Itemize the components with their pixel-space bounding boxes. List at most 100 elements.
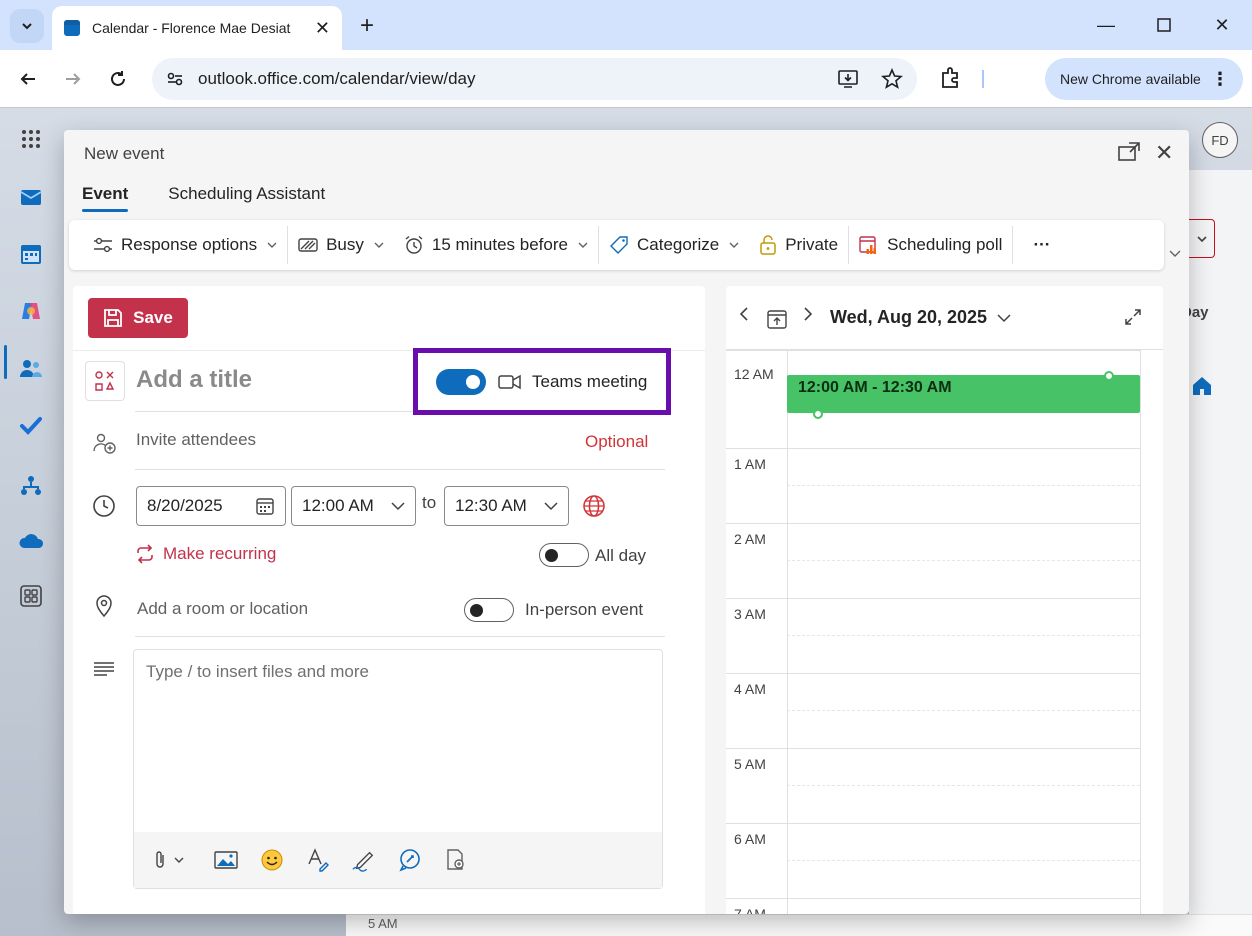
attach-file-button[interactable] bbox=[152, 848, 192, 872]
browser-tab-calendar[interactable]: Calendar - Florence Mae Desiat ✕ bbox=[52, 6, 342, 50]
reminder-button[interactable]: 15 minutes before bbox=[394, 220, 598, 270]
chrome-update-button[interactable]: New Chrome available ⋮ bbox=[1045, 58, 1243, 100]
copilot-compose-button[interactable] bbox=[398, 848, 422, 872]
hour-row: 3 AM bbox=[726, 598, 1140, 673]
chevron-down-icon bbox=[1196, 235, 1207, 242]
maximize-button[interactable] bbox=[1144, 10, 1184, 40]
reload-button[interactable] bbox=[102, 63, 134, 95]
minimize-button[interactable]: — bbox=[1086, 10, 1126, 40]
location-input[interactable]: Add a room or location bbox=[137, 599, 308, 619]
hour-row: 1 AM bbox=[726, 448, 1140, 523]
avatar[interactable]: FD bbox=[1202, 122, 1238, 158]
start-date-picker[interactable]: 8/20/2025 bbox=[136, 486, 286, 526]
categorize-label: Categorize bbox=[636, 235, 720, 254]
install-app-icon[interactable] bbox=[837, 68, 859, 90]
insert-emoji-button[interactable] bbox=[260, 848, 284, 872]
text-lines-icon bbox=[90, 655, 118, 683]
app-launcher-icon[interactable] bbox=[18, 126, 44, 152]
more-apps-icon[interactable] bbox=[18, 583, 44, 609]
compose-loop-icon bbox=[399, 849, 420, 872]
insert-picture-button[interactable] bbox=[214, 848, 238, 872]
more-options-button[interactable]: ··· bbox=[1013, 220, 1060, 270]
people-icon[interactable] bbox=[18, 356, 44, 382]
format-text-button[interactable] bbox=[306, 848, 330, 872]
new-tab-button[interactable]: + bbox=[352, 11, 382, 41]
org-explorer-icon[interactable] bbox=[18, 473, 44, 499]
rail-active-indicator bbox=[4, 345, 7, 379]
start-time-dropdown[interactable]: 12:00 AM bbox=[291, 486, 416, 526]
signature-button[interactable] bbox=[352, 848, 376, 872]
time-zone-globe-icon[interactable] bbox=[582, 494, 606, 518]
forward-button[interactable] bbox=[57, 63, 89, 95]
all-day-toggle[interactable] bbox=[539, 543, 589, 567]
chevron-down-icon bbox=[22, 23, 32, 30]
make-recurring-label: Make recurring bbox=[163, 544, 277, 563]
tag-icon bbox=[609, 236, 628, 254]
dialog-tabs: Event Scheduling Assistant bbox=[82, 184, 325, 212]
end-time-dropdown[interactable]: 12:30 AM bbox=[444, 486, 569, 526]
hour-label: 1 AM bbox=[734, 456, 766, 472]
url-text: outlook.office.com/calendar/view/day bbox=[198, 69, 476, 88]
apps-addin-button[interactable] bbox=[444, 848, 468, 872]
teams-meeting-toggle[interactable] bbox=[436, 368, 486, 395]
emoji-shapes-icon bbox=[95, 371, 115, 391]
resize-handle-top[interactable] bbox=[1104, 371, 1114, 381]
todo-check-icon[interactable] bbox=[18, 413, 44, 439]
show-as-busy-button[interactable]: Busy bbox=[288, 220, 394, 270]
tab-scheduling-assistant[interactable]: Scheduling Assistant bbox=[168, 184, 325, 204]
previous-day-button[interactable] bbox=[738, 306, 750, 327]
chevron-down-icon bbox=[374, 242, 384, 248]
hour-label: 6 AM bbox=[734, 831, 766, 847]
extensions-icon[interactable] bbox=[938, 65, 964, 91]
start-time-value: 12:00 AM bbox=[302, 496, 374, 515]
optional-attendees-link[interactable]: Optional bbox=[585, 432, 648, 452]
emoji-icon bbox=[261, 849, 283, 871]
kebab-menu-icon[interactable]: ⋮ bbox=[1211, 70, 1229, 88]
popout-icon[interactable] bbox=[1118, 142, 1140, 162]
private-button[interactable]: Private bbox=[749, 220, 848, 270]
close-dialog-icon[interactable]: ✕ bbox=[1155, 140, 1173, 166]
chevron-down-icon bbox=[267, 242, 277, 248]
scheduling-poll-button[interactable]: Scheduling poll bbox=[849, 220, 1012, 270]
calendar-icon[interactable] bbox=[18, 241, 44, 267]
invite-attendees-input[interactable]: Invite attendees bbox=[136, 430, 256, 450]
arrow-right-icon bbox=[66, 73, 81, 85]
toolbar-separator bbox=[982, 70, 984, 88]
hour-row: 6 AM bbox=[726, 823, 1140, 898]
expand-icon[interactable] bbox=[1124, 308, 1142, 326]
site-settings-icon[interactable] bbox=[156, 60, 194, 98]
event-body-editor[interactable]: Type / to insert files and more bbox=[133, 649, 663, 889]
categorize-button[interactable]: Categorize bbox=[599, 220, 749, 270]
calendar-date-picker[interactable]: Wed, Aug 20, 2025 bbox=[830, 307, 1011, 328]
go-to-today-icon[interactable] bbox=[766, 308, 788, 330]
onedrive-icon[interactable] bbox=[18, 528, 44, 554]
repeat-icon bbox=[137, 544, 153, 564]
image-icon bbox=[214, 851, 238, 869]
close-tab-icon[interactable]: ✕ bbox=[315, 18, 330, 39]
back-button[interactable] bbox=[12, 63, 44, 95]
make-recurring-button[interactable]: Make recurring bbox=[135, 544, 276, 564]
title-input[interactable]: Add a title bbox=[136, 366, 252, 394]
in-person-toggle[interactable] bbox=[464, 598, 514, 622]
address-bar[interactable]: outlook.office.com/calendar/view/day bbox=[152, 58, 917, 100]
event-icon-picker[interactable] bbox=[85, 361, 125, 401]
tab-search-button[interactable] bbox=[10, 9, 44, 43]
background-hour-label: 5 AM bbox=[368, 916, 398, 931]
calendar-time-grid: 12 AM 1 AM 2 AM 3 AM 4 AM 5 AM 6 AM 7 AM… bbox=[726, 350, 1163, 914]
chevron-down-icon bbox=[544, 502, 558, 511]
next-day-button[interactable] bbox=[802, 306, 814, 327]
clock-icon bbox=[90, 492, 118, 520]
copilot-icon[interactable] bbox=[18, 298, 44, 324]
resize-handle-bottom[interactable] bbox=[813, 409, 823, 419]
save-button[interactable]: Save bbox=[88, 298, 188, 338]
mail-icon[interactable] bbox=[18, 183, 44, 209]
ribbon-expand-chevron-icon[interactable] bbox=[1168, 248, 1182, 258]
tab-event[interactable]: Event bbox=[82, 184, 129, 212]
new-event-block[interactable]: 12:00 AM - 12:30 AM bbox=[787, 371, 1140, 419]
sliders-icon bbox=[94, 237, 112, 253]
hour-label: 12 AM bbox=[734, 366, 774, 382]
browser-toolbar: outlook.office.com/calendar/view/day New… bbox=[0, 50, 1252, 108]
close-window-button[interactable]: ✕ bbox=[1202, 10, 1242, 40]
bookmark-star-icon[interactable] bbox=[881, 68, 903, 90]
response-options-button[interactable]: Response options bbox=[83, 220, 287, 270]
